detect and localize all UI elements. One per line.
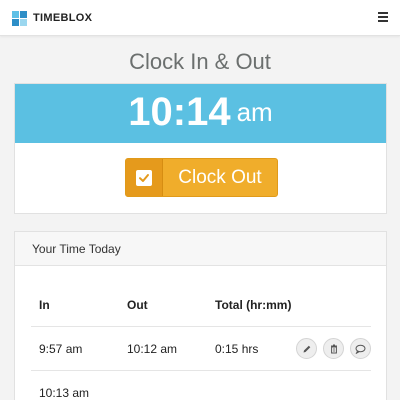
row-in-time: 10:13 am: [39, 386, 90, 400]
brand-name: TIMEBLOX: [33, 12, 93, 24]
trash-icon: [330, 344, 337, 353]
checkbox-icon: [136, 169, 152, 186]
edit-button[interactable]: [296, 338, 317, 359]
row-in-time: 9:57 am: [39, 341, 83, 356]
comment-button[interactable]: [350, 338, 371, 359]
row-actions: [296, 327, 377, 370]
column-header-in: In: [39, 298, 50, 312]
pencil-icon: [303, 345, 310, 352]
row-out-time: 10:12 am: [127, 341, 178, 356]
table-header-row: In Out Total (hr:mm): [31, 284, 371, 327]
brand[interactable]: TIMEBLOX: [12, 10, 92, 26]
time-today-card: Your Time Today In Out Total (hr:mm) 9:5…: [14, 231, 387, 400]
clock-out-button[interactable]: Clock Out: [125, 158, 278, 197]
delete-button[interactable]: [323, 338, 344, 359]
row-total: 0:15 hrs: [215, 341, 259, 356]
current-time: 10:14 am: [128, 90, 272, 135]
current-time-bar: 10:14 am: [15, 84, 386, 143]
time-today-heading: Your Time Today: [15, 232, 386, 266]
clock-card: 10:14 am Clock Out: [14, 83, 387, 214]
table-row: 9:57 am 10:12 am 0:15 hrs: [31, 327, 371, 371]
column-header-out: Out: [127, 298, 148, 312]
comment-icon: [355, 344, 366, 354]
page-title: Clock In & Out: [129, 49, 271, 74]
top-navbar: TIMEBLOX: [0, 0, 400, 36]
time-table: In Out Total (hr:mm) 9:57 am 10:12 am 0:…: [31, 284, 371, 400]
clock-out-label: Clock Out: [178, 166, 262, 188]
timeblox-logo-icon: [12, 10, 27, 26]
column-header-total: Total (hr:mm): [215, 298, 292, 312]
current-time-ampm: am: [236, 97, 273, 127]
current-time-value: 10:14: [128, 90, 231, 134]
hamburger-menu-icon[interactable]: [378, 12, 389, 23]
table-row: 10:13 am: [31, 371, 371, 400]
clock-button-icon-area: [126, 159, 163, 196]
